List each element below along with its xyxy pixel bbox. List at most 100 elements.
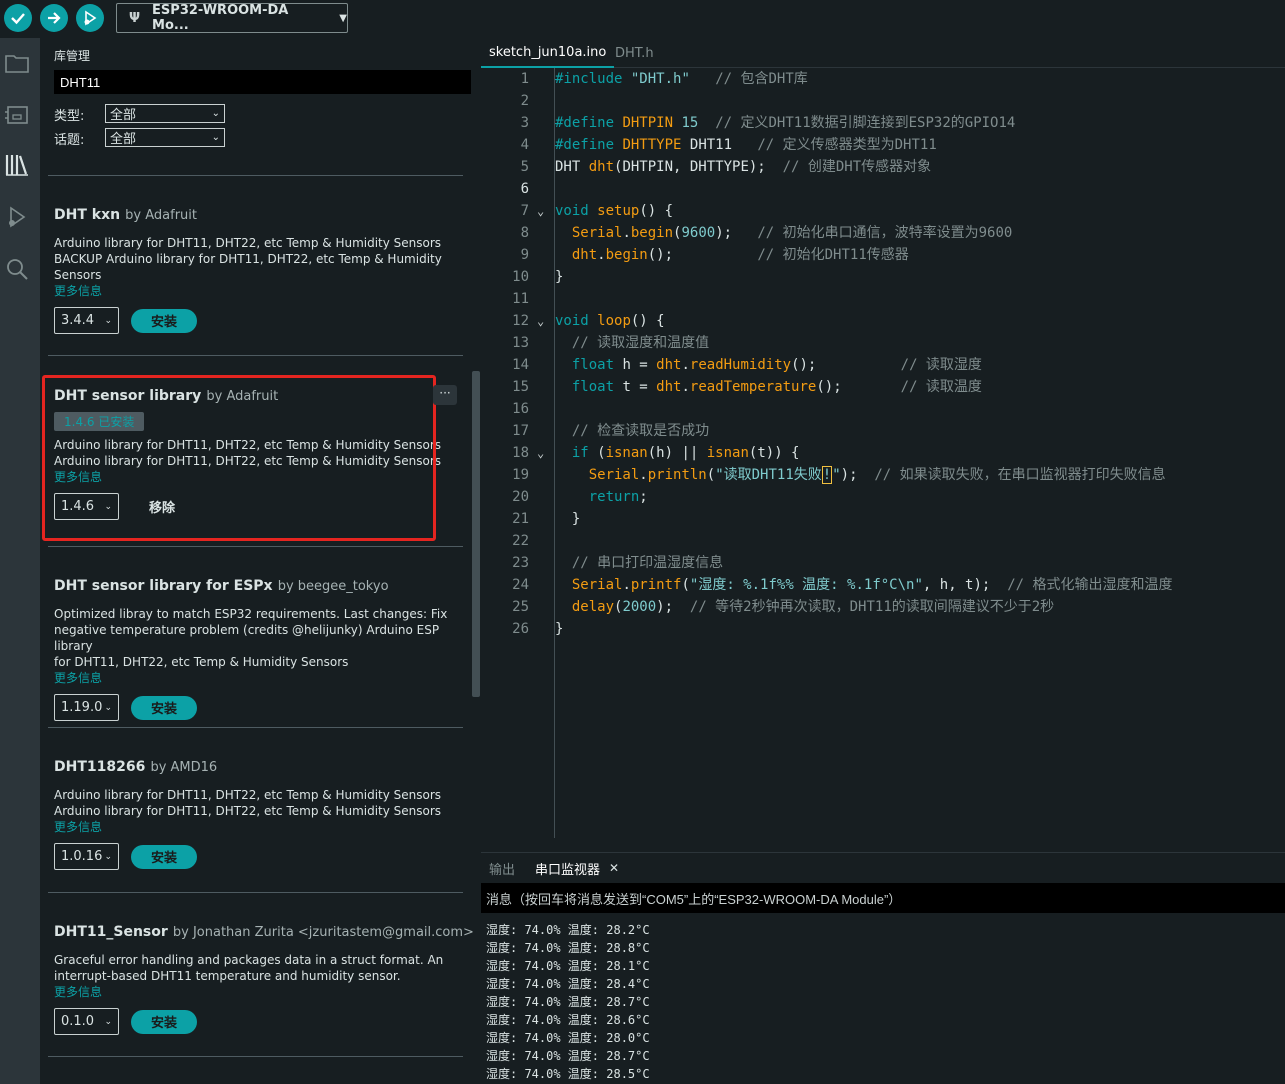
tab-output[interactable]: 输出 bbox=[489, 853, 515, 883]
install-button[interactable]: 安装 bbox=[131, 308, 197, 333]
code-line: void setup() { bbox=[555, 203, 674, 219]
line-number: 24 bbox=[512, 577, 529, 593]
chevron-down-icon: ⌄ bbox=[104, 851, 112, 862]
line-number: 8 bbox=[520, 225, 529, 241]
version-select[interactable]: 1.19.0 ⌄ bbox=[54, 694, 119, 721]
install-button[interactable]: 安装 bbox=[131, 695, 197, 720]
library-item-dht11-sensor: DHT11_Sensor by Jonathan Zurita <jzurita… bbox=[54, 921, 474, 1035]
usb-icon: Ψ bbox=[129, 10, 141, 26]
library-author: by Adafruit bbox=[125, 208, 198, 223]
code-line: #define DHTTYPE DHT11 // 定义传感器类型为DHT11 bbox=[555, 137, 937, 153]
debug-icon[interactable] bbox=[4, 204, 30, 230]
library-manager: 库管理 类型: 全部 ⌄ 话题: 全部 ⌄ DHT kxn by Adafrui… bbox=[40, 38, 481, 1084]
serial-line: 湿度: 74.0% 温度: 28.7°C bbox=[486, 1049, 650, 1063]
line-number: 16 bbox=[512, 401, 529, 417]
type-label: 类型: bbox=[54, 109, 85, 124]
board-selector[interactable]: Ψ ESP32-WROOM-DA Mo... ▼ bbox=[116, 3, 348, 33]
code-line: void loop() { bbox=[555, 313, 665, 329]
version-select[interactable]: 0.1.0 ⌄ bbox=[54, 1008, 119, 1035]
line-number: 20 bbox=[512, 489, 529, 505]
close-icon[interactable]: ✕ bbox=[609, 853, 619, 883]
code-line: // 串口打印温湿度信息 bbox=[571, 555, 724, 571]
line-number: 23 bbox=[512, 555, 529, 571]
upload-button[interactable] bbox=[40, 4, 68, 32]
more-info-link[interactable]: 更多信息 bbox=[54, 984, 474, 1000]
code-line: DHT dht(DHTPIN, DHTTYPE); // 创建DHT传感器对象 bbox=[555, 159, 932, 175]
code-area[interactable]: #include "DHT.h" // 包含DHT库 #define DHTPI… bbox=[555, 68, 1285, 640]
arrow-right-icon bbox=[48, 12, 61, 24]
serial-line: 湿度: 74.0% 温度: 28.6°C bbox=[486, 1013, 650, 1027]
divider bbox=[48, 1056, 463, 1057]
version-select[interactable]: 1.0.16 ⌄ bbox=[54, 843, 119, 870]
check-icon bbox=[11, 13, 25, 25]
serial-line: 湿度: 74.0% 温度: 28.1°C bbox=[486, 959, 650, 973]
library-search-input[interactable] bbox=[54, 70, 471, 94]
code-line: // 读取湿度和温度值 bbox=[571, 335, 710, 351]
divider bbox=[48, 892, 463, 893]
tab-sketch[interactable]: sketch_jun10a.ino bbox=[481, 38, 615, 68]
code-line: if (isnan(h) || isnan(t)) { bbox=[571, 445, 800, 461]
search-icon[interactable] bbox=[4, 256, 30, 282]
line-number: 7 ⌄ bbox=[481, 200, 551, 222]
serial-message-input[interactable]: 消息（按回车将消息发送到“COM5”上的“ESP32-WROOM-DA Modu… bbox=[481, 883, 1285, 913]
chevron-down-icon: ⌄ bbox=[104, 702, 112, 713]
folder-icon[interactable] bbox=[4, 50, 30, 76]
more-info-link[interactable]: 更多信息 bbox=[54, 283, 454, 299]
library-name: DHT sensor library for ESPx bbox=[54, 578, 273, 594]
scrollbar[interactable] bbox=[472, 371, 480, 697]
install-button[interactable]: 安装 bbox=[131, 844, 197, 869]
serial-line: 湿度: 74.0% 温度: 28.0°C bbox=[486, 1031, 650, 1045]
more-options-button[interactable]: ··· bbox=[433, 385, 457, 405]
code-line: delay(2000); // 等待2秒钟再次读取，DHT11的读取间隔建议不少… bbox=[571, 599, 1055, 615]
line-number: 15 bbox=[512, 379, 529, 395]
more-info-link[interactable]: 更多信息 bbox=[54, 670, 474, 686]
fold-chevron-icon[interactable]: ⌄ bbox=[537, 310, 544, 332]
verify-button[interactable] bbox=[4, 4, 32, 32]
type-select[interactable]: 全部 ⌄ bbox=[105, 104, 225, 123]
editor-tabs: sketch_jun10a.ino DHT.h bbox=[481, 38, 1285, 68]
line-number: 17 bbox=[512, 423, 529, 439]
serial-line: 湿度: 74.0% 温度: 28.4°C bbox=[486, 977, 650, 991]
board-icon[interactable] bbox=[4, 102, 30, 128]
install-button[interactable]: 安装 bbox=[131, 1009, 197, 1034]
library-author: by beegee_tokyo bbox=[277, 579, 389, 594]
serial-line: 湿度: 74.0% 温度: 28.5°C bbox=[486, 1067, 650, 1081]
activity-bar bbox=[0, 38, 40, 1084]
line-number: 1 bbox=[520, 71, 529, 87]
line-number: 9 bbox=[520, 247, 529, 263]
line-number: 19 bbox=[512, 467, 529, 483]
topic-label: 话题: bbox=[54, 133, 85, 148]
library-icon[interactable] bbox=[4, 152, 30, 178]
line-number: 25 bbox=[512, 599, 529, 615]
debug-button[interactable] bbox=[76, 4, 104, 32]
version-select[interactable]: 3.4.4 ⌄ bbox=[54, 307, 119, 334]
library-item-dht-sensor-library: DHT sensor library by Adafruit 1.4.6 已安装… bbox=[42, 375, 454, 541]
tab-dht-h[interactable]: DHT.h bbox=[607, 38, 662, 68]
line-number: 4 bbox=[520, 137, 529, 153]
library-name: DHT118266 bbox=[54, 759, 146, 775]
serial-output: 湿度: 74.0% 温度: 28.2°C 湿度: 74.0% 温度: 28.8°C… bbox=[486, 921, 650, 1083]
line-number: 2 bbox=[520, 93, 529, 109]
fold-chevron-icon[interactable]: ⌄ bbox=[537, 200, 544, 222]
bottom-tabs: 输出 串口监视器 ✕ bbox=[481, 853, 1285, 883]
divider bbox=[48, 546, 463, 547]
topic-select[interactable]: 全部 ⌄ bbox=[105, 128, 225, 147]
line-number: 10 bbox=[512, 269, 529, 285]
library-name: DHT kxn bbox=[54, 207, 121, 223]
divider bbox=[48, 355, 463, 356]
tab-serial-monitor[interactable]: 串口监视器 bbox=[535, 853, 600, 883]
more-info-link[interactable]: 更多信息 bbox=[54, 819, 454, 835]
line-gutter: 1 2 3 4 5 6 7 ⌄ 8 9 10 11 12 ⌄ 13 14 15 16 17 18 ⌄ 19 20 21 22 23… bbox=[481, 68, 551, 640]
line-number: 13 bbox=[512, 335, 529, 351]
fold-chevron-icon[interactable]: ⌄ bbox=[537, 442, 544, 464]
topic-value: 全部 bbox=[110, 132, 137, 147]
toolbar: Ψ ESP32-WROOM-DA Mo... ▼ bbox=[0, 0, 1285, 38]
library-description: Graceful error handling and packages dat… bbox=[54, 953, 444, 983]
library-author: by Jonathan Zurita <jzuritastem@gmail.co… bbox=[172, 925, 474, 940]
serial-line: 湿度: 74.0% 温度: 28.8°C bbox=[486, 941, 650, 955]
code-line: #define DHTPIN 15 // 定义DHT11数据引脚连接到ESP32… bbox=[555, 115, 1016, 131]
code-editor: sketch_jun10a.ino DHT.h 1 2 3 4 5 6 7 ⌄ 8 9 10 11 12… bbox=[481, 38, 1285, 852]
divider bbox=[48, 727, 463, 728]
